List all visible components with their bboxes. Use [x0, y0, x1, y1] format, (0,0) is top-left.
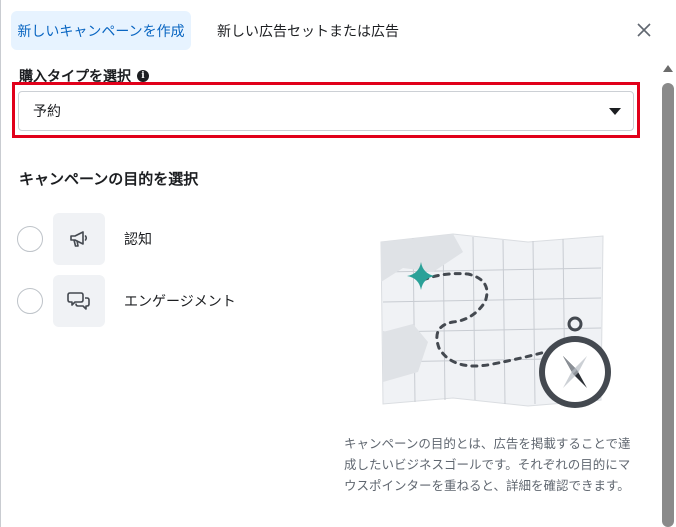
- caret-down-icon: [609, 107, 621, 115]
- purchase-type-select[interactable]: 予約: [18, 91, 634, 131]
- radio-awareness[interactable]: [17, 226, 43, 252]
- scrollbar-thumb[interactable]: [662, 83, 674, 527]
- megaphone-icon-container: [53, 213, 105, 265]
- megaphone-icon: [70, 231, 88, 247]
- close-button[interactable]: [629, 15, 659, 45]
- chat-bubbles-icon-container: [53, 275, 105, 327]
- objective-awareness-label: 認知: [124, 232, 152, 248]
- create-campaign-dialog: 新しいキャンペーンを作成 新しい広告セットまたは広告 購入タイプを選択 i 予約…: [0, 0, 676, 527]
- tab-bar: 新しいキャンペーンを作成 新しい広告セットまたは広告: [1, 0, 676, 58]
- close-icon: [637, 23, 651, 37]
- chat-bubbles-icon: [67, 292, 90, 310]
- map-illustration: [380, 233, 611, 408]
- objective-description: キャンペーンの目的とは、広告を掲載することで達成したいビジネスゴールです。それぞ…: [344, 436, 631, 493]
- objective-awareness[interactable]: 認知: [17, 213, 152, 265]
- scroll-up-arrow-icon[interactable]: [663, 65, 673, 72]
- objective-engagement-label: エンゲージメント: [124, 294, 236, 310]
- purchase-type-value: 予約: [33, 104, 61, 120]
- objective-engagement[interactable]: エンゲージメント: [17, 275, 236, 327]
- objective-section-title: キャンペーンの目的を選択: [19, 170, 199, 188]
- tab-new-adset-or-ad[interactable]: 新しい広告セットまたは広告: [207, 11, 409, 50]
- info-icon[interactable]: i: [137, 70, 149, 82]
- tab-new-campaign[interactable]: 新しいキャンペーンを作成: [11, 11, 191, 50]
- radio-engagement[interactable]: [17, 288, 43, 314]
